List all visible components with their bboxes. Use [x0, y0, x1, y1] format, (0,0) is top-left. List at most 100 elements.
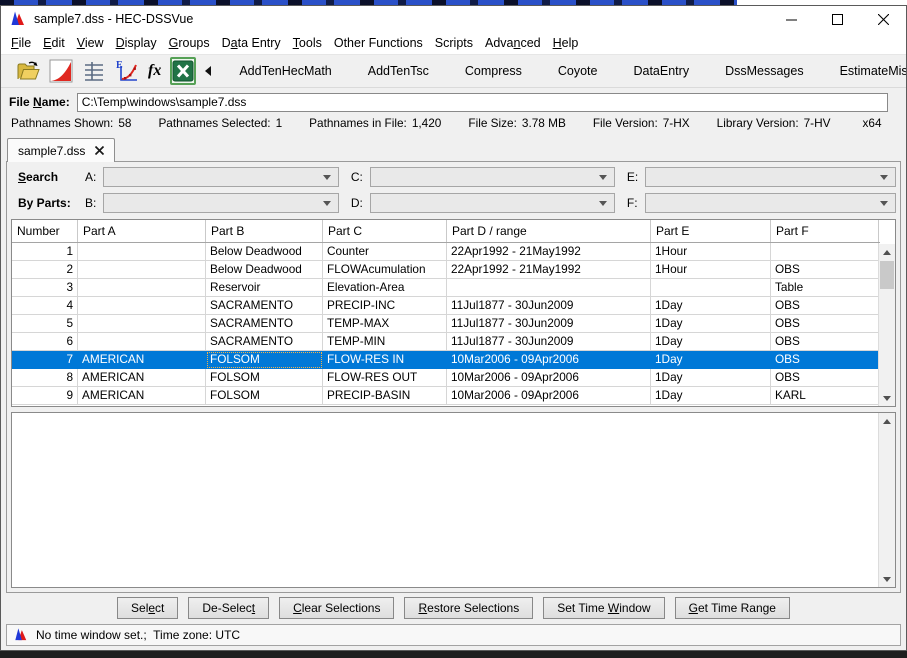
action-button[interactable]: De-Select: [188, 597, 269, 619]
table-row[interactable]: 5 SACRAMENTO TEMP-MAX 11Jul1877 - 30Jun2…: [12, 315, 880, 333]
column-header[interactable]: Part B: [206, 220, 323, 242]
column-header[interactable]: Number: [12, 220, 78, 242]
column-header[interactable]: Part E: [651, 220, 771, 242]
menu-item[interactable]: Display: [110, 34, 163, 52]
tab-close-icon[interactable]: [95, 144, 104, 158]
toolbar-script-button[interactable]: AddTenTsc: [365, 62, 432, 80]
menu-item[interactable]: Tools: [287, 34, 328, 52]
scrollbar-down-icon[interactable]: [879, 571, 895, 587]
menu-item[interactable]: Data Entry: [216, 34, 287, 52]
action-button[interactable]: Select: [117, 597, 178, 619]
table-row[interactable]: 8 AMERICAN FOLSOM FLOW-RES OUT 10Mar2006…: [12, 369, 880, 387]
table-row[interactable]: 1 Below Deadwood Counter 22Apr1992 - 21M…: [12, 243, 880, 261]
action-button[interactable]: Clear Selections: [279, 597, 394, 619]
table-row[interactable]: 4 SACRAMENTO PRECIP-INC 11Jul1877 - 30Ju…: [12, 297, 880, 315]
scrollbar-up-icon[interactable]: [879, 244, 895, 260]
combo-dropdown-icon: [880, 175, 888, 180]
search-part-label: D:: [351, 196, 363, 210]
info-item: Pathnames Selected:1: [158, 116, 282, 130]
column-header[interactable]: Part A: [78, 220, 206, 242]
action-button[interactable]: Set Time Window: [543, 597, 664, 619]
info-item: File Size:3.78 MB: [468, 116, 565, 130]
search-part-combo[interactable]: [103, 193, 339, 213]
cell-part-a: [78, 261, 206, 279]
toolbar-script-button[interactable]: Coyote: [555, 62, 601, 80]
search-part-combo[interactable]: [370, 193, 615, 213]
action-button[interactable]: Get Time Range: [675, 597, 790, 619]
table-row[interactable]: 6 SACRAMENTO TEMP-MIN 11Jul1877 - 30Jun2…: [12, 333, 880, 351]
tabulate-icon[interactable]: [82, 58, 106, 84]
minimize-icon[interactable]: [768, 6, 814, 32]
menu-item[interactable]: Help: [547, 34, 585, 52]
search-part-combo[interactable]: [645, 193, 896, 213]
cell-part-b: FOLSOM: [206, 369, 323, 387]
cell-number: 3: [12, 279, 78, 297]
search-part: F:: [627, 193, 896, 213]
column-header[interactable]: Part C: [323, 220, 447, 242]
window-controls: [768, 6, 906, 32]
combo-dropdown-icon: [599, 175, 607, 180]
cell-part-e: 1Day: [651, 315, 771, 333]
maximize-icon[interactable]: [814, 6, 860, 32]
cell-number: 2: [12, 261, 78, 279]
menu-item[interactable]: Advanced: [479, 34, 547, 52]
cell-part-a: AMERICAN: [78, 351, 206, 369]
cell-part-f: OBS: [771, 297, 879, 315]
toolbar-scroll-left-icon[interactable]: [205, 58, 211, 84]
edit-plot-icon[interactable]: E: [115, 58, 139, 84]
column-header[interactable]: Part F: [771, 220, 879, 242]
toolbar-script-button[interactable]: EstimateMissing: [837, 62, 906, 80]
excel-export-icon[interactable]: [170, 57, 196, 85]
cell-number: 9: [12, 387, 78, 405]
menu-item[interactable]: Edit: [37, 34, 71, 52]
menu-item[interactable]: Groups: [163, 34, 216, 52]
scrollbar-thumb[interactable]: [880, 261, 894, 289]
search-combos: A: C: E: B:: [85, 167, 896, 213]
cell-part-f: [771, 243, 879, 261]
search-part-combo[interactable]: [103, 167, 339, 187]
cell-part-a: [78, 315, 206, 333]
search-part-label: E:: [627, 170, 638, 184]
file-name-input[interactable]: [77, 93, 888, 112]
table-scrollbar[interactable]: [878, 244, 895, 406]
cell-part-c: FLOWAcumulation: [323, 261, 447, 279]
cell-part-d: 10Mar2006 - 09Apr2006: [447, 369, 651, 387]
cell-part-d: 10Mar2006 - 09Apr2006: [447, 387, 651, 405]
tab-sample7[interactable]: sample7.dss: [7, 138, 115, 162]
list-scrollbar[interactable]: [878, 413, 895, 587]
pathname-table: NumberPart APart BPart CPart D / rangePa…: [11, 219, 896, 407]
cell-number: 6: [12, 333, 78, 351]
menu-item[interactable]: Other Functions: [328, 34, 429, 52]
search-by-parts: Search By Parts: A: C: E:: [11, 167, 896, 213]
search-part-combo[interactable]: [645, 167, 896, 187]
pathname-info-bar: Pathnames Shown:58Pathnames Selected:1Pa…: [1, 113, 906, 133]
table-row[interactable]: 2 Below Deadwood FLOWAcumulation 22Apr19…: [12, 261, 880, 279]
toolbar-script-button[interactable]: DataEntry: [630, 62, 692, 80]
toolbar-script-button[interactable]: DssMessages: [722, 62, 807, 80]
cell-part-e: 1Hour: [651, 243, 771, 261]
search-part-combo[interactable]: [370, 167, 615, 187]
action-button[interactable]: Restore Selections: [404, 597, 533, 619]
column-header[interactable]: Part D / range: [447, 220, 651, 242]
scrollbar-up-icon[interactable]: [879, 413, 895, 429]
menu-item[interactable]: Scripts: [429, 34, 479, 52]
selected-pathnames-list[interactable]: [11, 412, 896, 588]
toolbar-script-button[interactable]: Compress: [462, 62, 525, 80]
plot-icon[interactable]: [49, 58, 73, 84]
menu-item[interactable]: View: [71, 34, 110, 52]
table-row[interactable]: 9 AMERICAN FOLSOM PRECIP-BASIN 10Mar2006…: [12, 387, 880, 405]
table-row[interactable]: 3 Reservoir Elevation-Area Table: [12, 279, 880, 297]
open-file-icon[interactable]: [16, 58, 40, 84]
toolbar-script-button[interactable]: AddTenHecMath: [236, 62, 334, 80]
table-row[interactable]: 7 AMERICAN FOLSOM FLOW-RES IN 10Mar2006 …: [12, 351, 880, 369]
search-subtitle: By Parts:: [18, 196, 81, 210]
tab-bar: sample7.dss: [1, 133, 906, 161]
math-functions-icon[interactable]: fx: [148, 58, 161, 84]
scrollbar-down-icon[interactable]: [879, 390, 895, 406]
close-icon[interactable]: [860, 6, 906, 32]
tab-label: sample7.dss: [18, 144, 85, 158]
menu-bar: FileEditViewDisplayGroupsData EntryTools…: [1, 32, 906, 54]
menu-item[interactable]: File: [5, 34, 37, 52]
cell-part-c: PRECIP-INC: [323, 297, 447, 315]
search-part-label: B:: [85, 196, 96, 210]
